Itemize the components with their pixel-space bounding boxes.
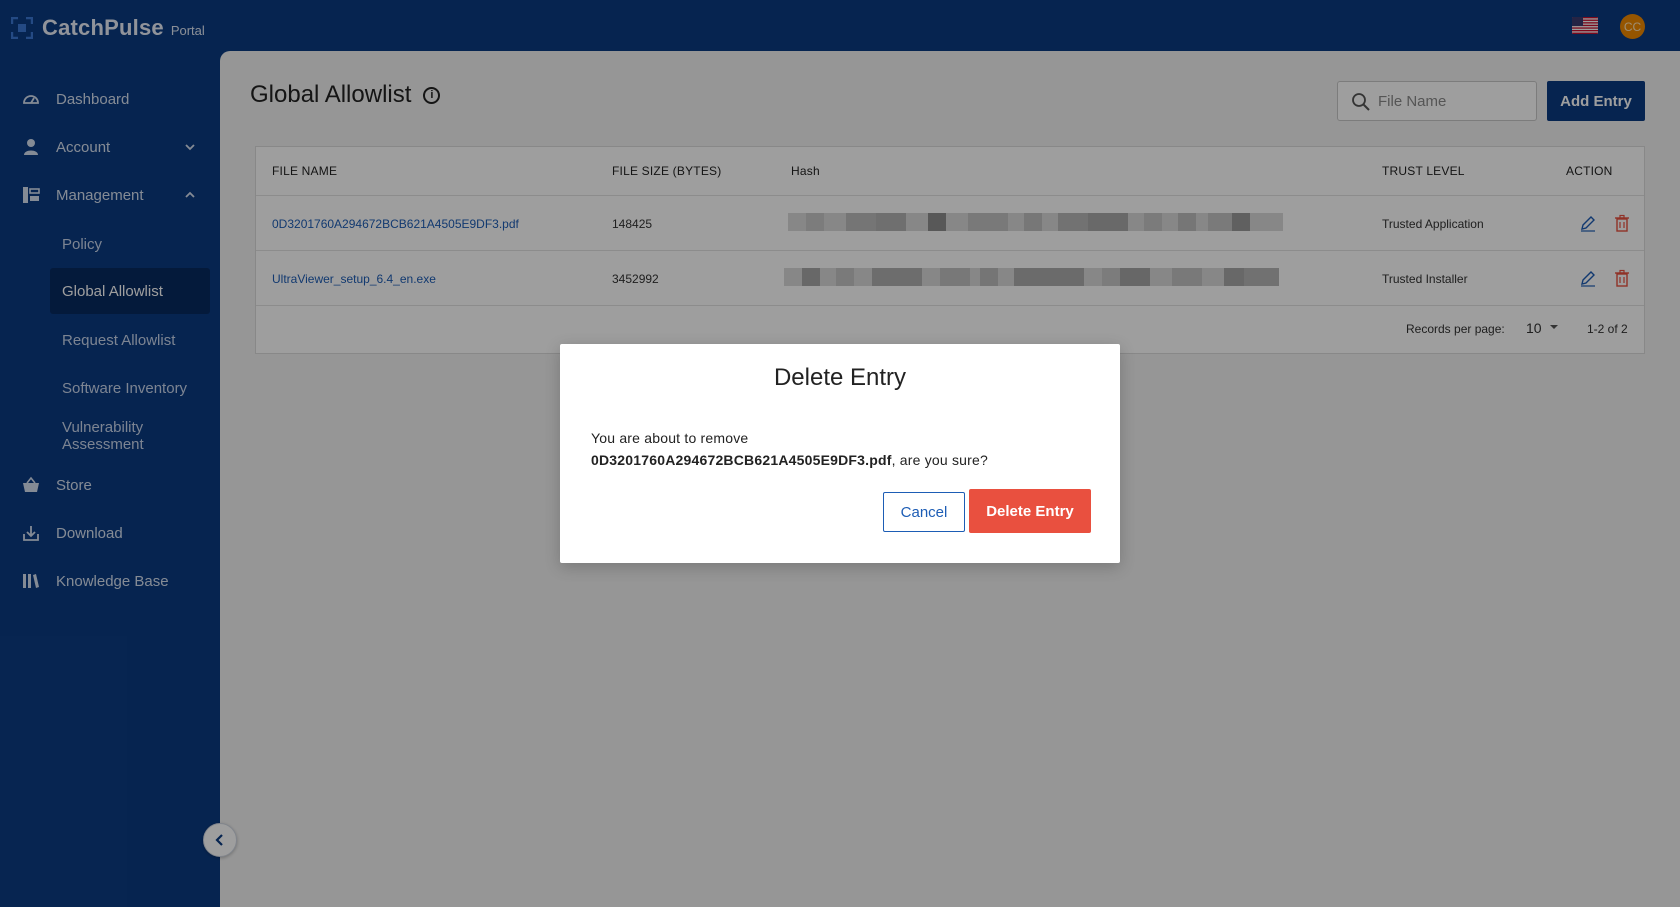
- delete-entry-dialog: Delete Entry You are about to remove 0D3…: [560, 344, 1120, 563]
- dialog-title: Delete Entry: [773, 364, 907, 391]
- dialog-message: You are about to remove 0D3201760A294672…: [591, 427, 1091, 471]
- cancel-button[interactable]: Cancel: [883, 492, 965, 532]
- dialog-message-prefix: You are about to remove: [591, 430, 749, 446]
- dialog-message-suffix: , are you sure?: [891, 452, 988, 468]
- dialog-target-file: 0D3201760A294672BCB621A4505E9DF3.pdf: [591, 452, 892, 468]
- confirm-delete-button[interactable]: Delete Entry: [969, 489, 1091, 533]
